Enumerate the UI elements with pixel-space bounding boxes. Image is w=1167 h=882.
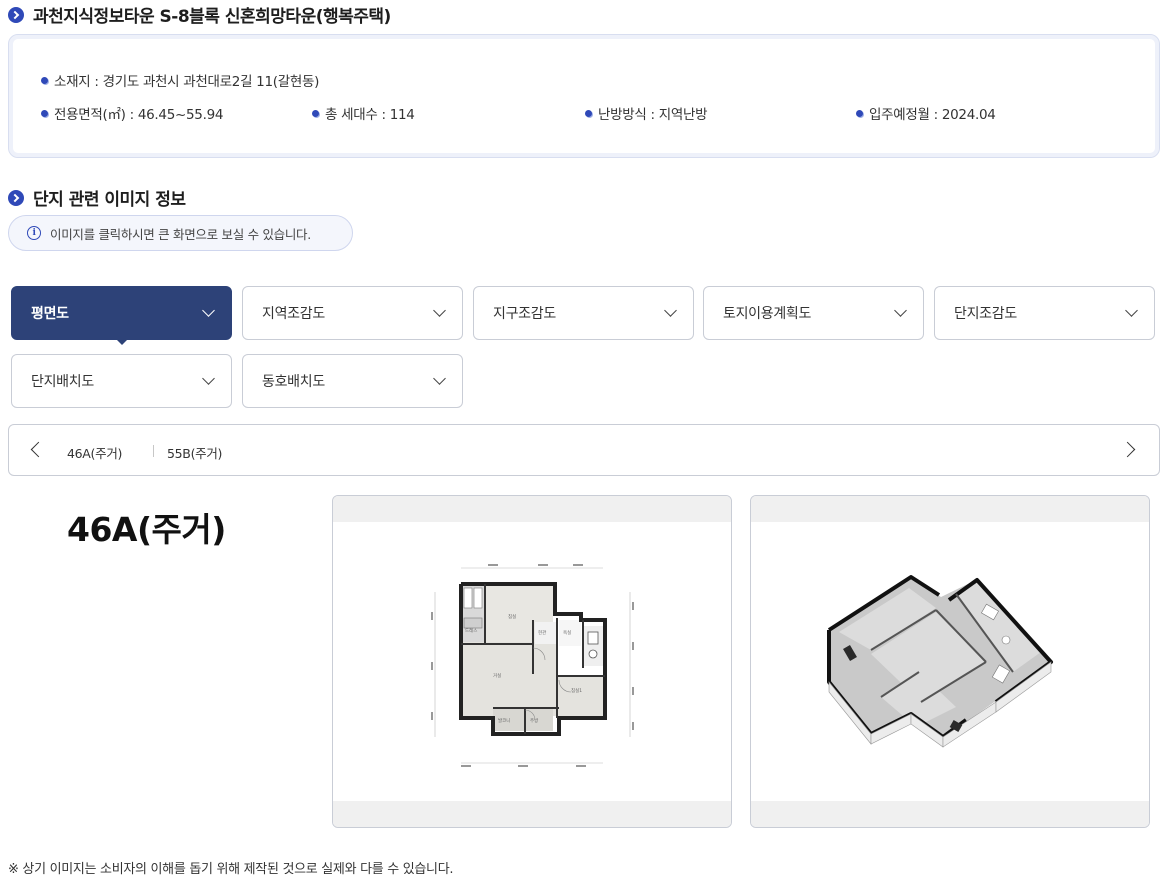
footnote: ※ 상기 이미지는 소비자의 이해를 돕기 위해 제작된 것으로 실제와 다를 … [8,862,454,877]
heating-info: 난방방식 : 지역난방 [585,103,708,123]
images-section-title: 단지 관련 이미지 정보 [8,185,186,210]
svg-text:발코니: 발코니 [498,717,510,724]
households-info: 총 세대수 : 114 [312,103,415,123]
tab-district-aerial[interactable]: 지구조감도 [473,286,694,340]
tab-regional-aerial[interactable]: 지역조감도 [242,286,463,340]
unit-type-46a[interactable]: 46A(주거) [67,443,122,462]
floor-plan-3d-image[interactable] [750,495,1150,828]
svg-text:현관: 현관 [538,629,546,636]
svg-text:드레스: 드레스 [465,627,477,634]
divider [153,445,154,457]
svg-text:욕실: 욕실 [563,629,571,636]
chevron-right-icon[interactable] [1119,441,1136,458]
image-notice: i 이미지를 클릭하시면 큰 화면으로 보실 수 있습니다. [8,215,353,251]
floor-plan-3d-drawing [827,575,1053,748]
area-info: 전용면적(㎡) : 46.45~55.94 [41,103,223,123]
tab-unit-layout[interactable]: 동호배치도 [242,354,463,408]
chevron-down-icon [1125,304,1138,317]
svg-text:거실: 거실 [493,672,501,679]
selected-unit-type: 46A(주거) [67,510,226,549]
chevron-down-icon [202,372,215,385]
bullet-dot-icon [41,109,48,117]
floor-plan-2d-drawing: 침실 거실 침실1 현관 욕실 발코니 주방 드레스 [431,564,634,767]
bullet-dot-icon [312,109,319,117]
svg-text:침실1: 침실1 [571,687,582,694]
move-in-info: 입주예정월 : 2024.04 [856,103,996,123]
tab-complex-aerial[interactable]: 단지조감도 [934,286,1155,340]
chevron-down-icon [433,372,446,385]
svg-text:주방: 주방 [530,717,538,724]
complex-info-box: 소재지 : 경기도 과천시 과천대로2길 11(갈현동) 전용면적(㎡) : 4… [8,34,1160,158]
chevron-circle-icon [8,189,24,206]
tab-land-use-plan[interactable]: 토지이용계획도 [703,286,924,340]
complex-title: 과천지식정보타운 S-8블록 신혼희망타운(행복주택) [8,2,391,27]
info-icon: i [27,226,41,240]
bullet-dot-icon [856,109,863,117]
chevron-down-icon [894,304,907,317]
bullet-dot-icon [41,76,48,84]
floor-plan-2d-image[interactable]: 침실 거실 침실1 현관 욕실 발코니 주방 드레스 [332,495,732,828]
chevron-down-icon [664,304,677,317]
chevron-circle-icon [8,6,24,23]
bullet-dot-icon [585,109,592,117]
svg-text:침실: 침실 [508,613,516,620]
location-info: 소재지 : 경기도 과천시 과천대로2길 11(갈현동) [41,70,319,90]
chevron-down-icon [433,304,446,317]
unit-type-55b[interactable]: 55B(주거) [167,443,222,462]
chevron-left-icon[interactable] [30,441,47,458]
chevron-down-icon [202,304,215,317]
tab-site-layout[interactable]: 단지배치도 [11,354,232,408]
tab-floor-plan[interactable]: 평면도 [11,286,232,345]
unit-type-nav: 46A(주거) 55B(주거) [8,424,1160,476]
